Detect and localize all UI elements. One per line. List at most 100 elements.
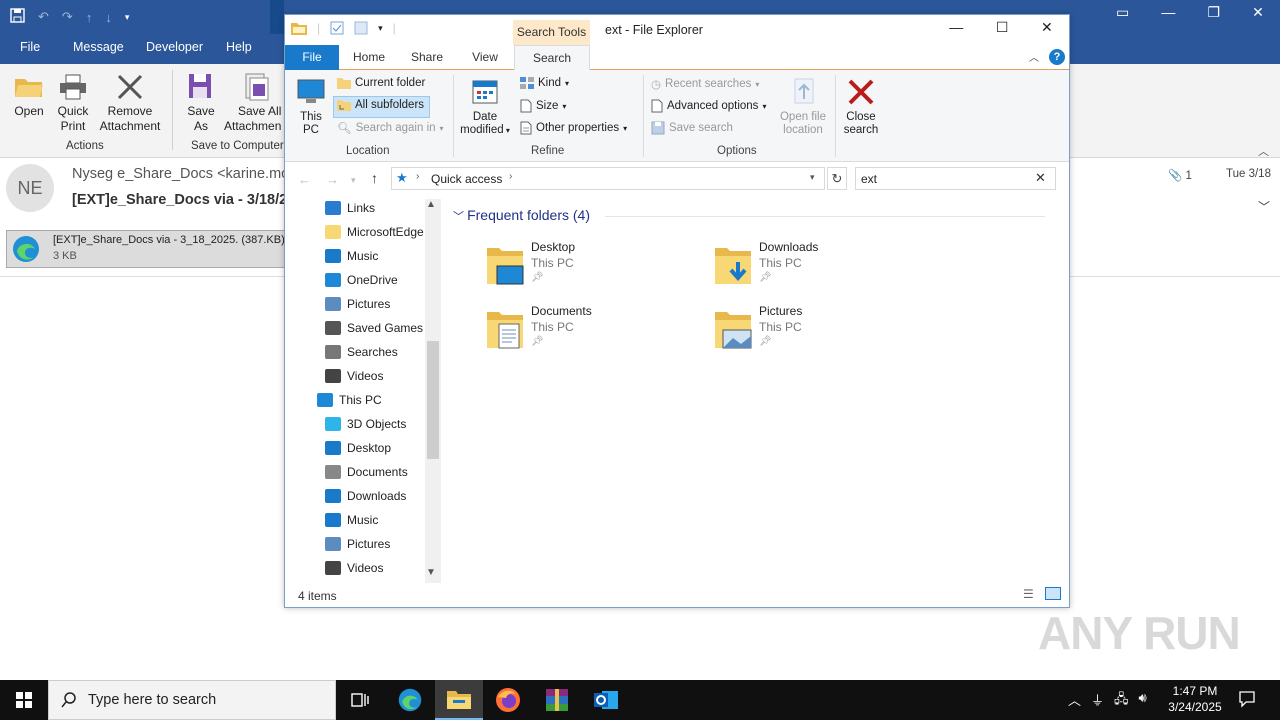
details-view-icon[interactable]: ☰ (1023, 587, 1034, 601)
folder-item[interactable]: Documents This PC 📌︎ (485, 304, 695, 360)
redo-icon[interactable]: ↷ (62, 9, 73, 25)
customize-icon[interactable]: ▾ (125, 12, 130, 23)
taskbar-file-explorer[interactable] (435, 680, 483, 720)
restore-icon[interactable]: ❐ (1208, 4, 1221, 28)
save-icon[interactable] (10, 8, 25, 26)
nav-item[interactable]: Links (325, 196, 375, 220)
back-icon[interactable]: ← (298, 172, 311, 187)
advanced-options-button[interactable]: Advanced options ▾ (651, 99, 766, 113)
clock[interactable]: 1:47 PM 3/24/2025 (1160, 683, 1230, 715)
nav-item[interactable]: MicrosoftEdge (325, 220, 424, 244)
nav-item[interactable]: Desktop (325, 436, 391, 460)
scroll-down-icon[interactable]: ▼ (426, 567, 436, 578)
size-button[interactable]: Size ▾ (520, 99, 566, 113)
nav-item[interactable]: Pictures (325, 292, 390, 316)
folder-item[interactable]: Downloads This PC 📌︎ (713, 240, 923, 296)
quick-print-button[interactable]: Quick Print (52, 70, 94, 134)
nav-item[interactable]: This PC (317, 388, 382, 412)
search-again-button[interactable]: 🔍︎ Search again in ▾ (337, 121, 444, 135)
outlook-tab-help[interactable]: Help (226, 40, 252, 54)
folder-item[interactable]: Desktop This PC 📌︎ (485, 240, 695, 296)
start-button[interactable] (0, 680, 48, 720)
nav-item[interactable]: Searches (325, 340, 398, 364)
breadcrumb[interactable]: Quick access (431, 172, 502, 186)
this-pc-button[interactable]: This PC (295, 77, 327, 137)
nav-item[interactable]: Music (325, 508, 378, 532)
all-subfolders-button[interactable]: All subfolders (337, 99, 424, 111)
nav-item[interactable]: Downloads (325, 484, 406, 508)
nav-item[interactable]: 3D Objects (325, 412, 406, 436)
nav-item[interactable]: Videos (325, 556, 383, 580)
date-modified-button[interactable]: Date modified ▾ (457, 77, 513, 137)
outlook-tab-developer[interactable]: Developer (146, 40, 203, 54)
nav-item[interactable]: Music (325, 244, 378, 268)
kind-button[interactable]: Kind ▾ (520, 77, 569, 89)
folder-item[interactable]: Pictures This PC 📌︎ (713, 304, 923, 360)
nav-item[interactable]: Pictures (325, 532, 390, 556)
minimize-icon[interactable]: — (949, 19, 963, 36)
close-icon[interactable]: ✕ (1041, 19, 1053, 36)
nav-item[interactable]: OneDrive (325, 268, 398, 292)
nav-item[interactable]: Documents (325, 460, 408, 484)
close-icon[interactable]: ✕ (1252, 4, 1264, 28)
tab-file[interactable]: File (285, 45, 339, 70)
options-group-label: Options (717, 145, 757, 157)
save-search-button[interactable]: Save search (651, 121, 733, 135)
down-icon[interactable]: ↓ (105, 10, 112, 25)
network-icon[interactable]: 🖧 (1114, 690, 1129, 712)
nav-item[interactable]: Videos (325, 364, 383, 388)
address-dropdown-icon[interactable]: ▾ (810, 172, 815, 183)
large-icons-view-icon[interactable] (1045, 587, 1061, 600)
up-level-icon[interactable]: ↑ (371, 170, 378, 186)
taskbar-search-placeholder[interactable]: Type here to search (88, 692, 216, 708)
open-file-location-button[interactable]: Open file location (775, 77, 831, 137)
save-as-button[interactable]: Save As (180, 70, 222, 134)
maximize-icon[interactable]: ☐ (996, 19, 1009, 36)
nav-item[interactable]: Saved Games (325, 316, 423, 340)
current-folder-button[interactable]: Current folder (337, 77, 425, 89)
minimize-ribbon-icon[interactable]: ︿ (1029, 49, 1039, 64)
refresh-icon[interactable]: ↻ (827, 167, 847, 190)
minimize-icon[interactable]: — (1161, 4, 1175, 28)
search-icon (61, 692, 76, 708)
save-all-attachments-button[interactable]: Save All Attachmen (224, 70, 284, 134)
other-properties-button[interactable]: Other properties ▾ (520, 121, 627, 135)
network-usb-icon[interactable]: ⏚ (1091, 690, 1104, 712)
search-input[interactable] (855, 167, 1056, 190)
close-search-button[interactable]: Close search (841, 77, 881, 137)
clear-search-icon[interactable]: ✕ (1035, 170, 1046, 186)
outlook-tab-file[interactable]: File (20, 40, 40, 54)
magnifier-icon: 🔍︎ (337, 123, 352, 135)
folder-location: This PC (759, 256, 802, 270)
recent-locations-icon[interactable]: ▾ (351, 175, 356, 186)
collapse-ribbon-icon[interactable]: ︿ (1258, 143, 1269, 159)
taskbar-outlook[interactable] (582, 680, 630, 720)
up-icon[interactable]: ↑ (86, 10, 93, 25)
tab-search[interactable]: Search (514, 45, 590, 71)
undo-icon[interactable]: ↶ (38, 9, 49, 25)
show-hidden-icons-icon[interactable]: ︿ (1068, 690, 1081, 712)
scroll-up-icon[interactable]: ▲ (426, 199, 436, 210)
tab-home[interactable]: Home (349, 45, 389, 70)
open-location-label-1: Open file (779, 111, 827, 123)
task-view-button[interactable] (336, 680, 384, 720)
frequent-folders-header[interactable]: ﹀ Frequent folders (4) (453, 207, 590, 224)
open-button[interactable]: Open (8, 70, 50, 119)
tab-view[interactable]: View (465, 45, 505, 70)
nav-scrollbar-thumb[interactable] (427, 341, 439, 459)
search-input-value[interactable]: ext (861, 172, 877, 186)
forward-icon[interactable]: → (326, 172, 339, 187)
outlook-tab-message[interactable]: Message (73, 40, 124, 54)
tab-share[interactable]: Share (407, 45, 447, 70)
taskbar-winrar[interactable] (533, 680, 581, 720)
notifications-icon[interactable] (1238, 690, 1256, 711)
customize-qat-icon[interactable]: ▾ (378, 23, 383, 34)
recent-searches-button[interactable]: ◷ Recent searches ▾ (651, 77, 759, 91)
remove-attachment-button[interactable]: Remove Attachment (96, 70, 164, 134)
volume-icon[interactable]: 🔊︎ (1139, 690, 1147, 712)
expand-header-icon[interactable]: ﹀ (1258, 198, 1270, 215)
taskbar-firefox[interactable] (484, 680, 532, 720)
ribbon-display-icon[interactable]: ▭ (1116, 4, 1129, 28)
help-icon[interactable]: ? (1049, 49, 1065, 65)
taskbar-edge[interactable] (386, 680, 434, 720)
